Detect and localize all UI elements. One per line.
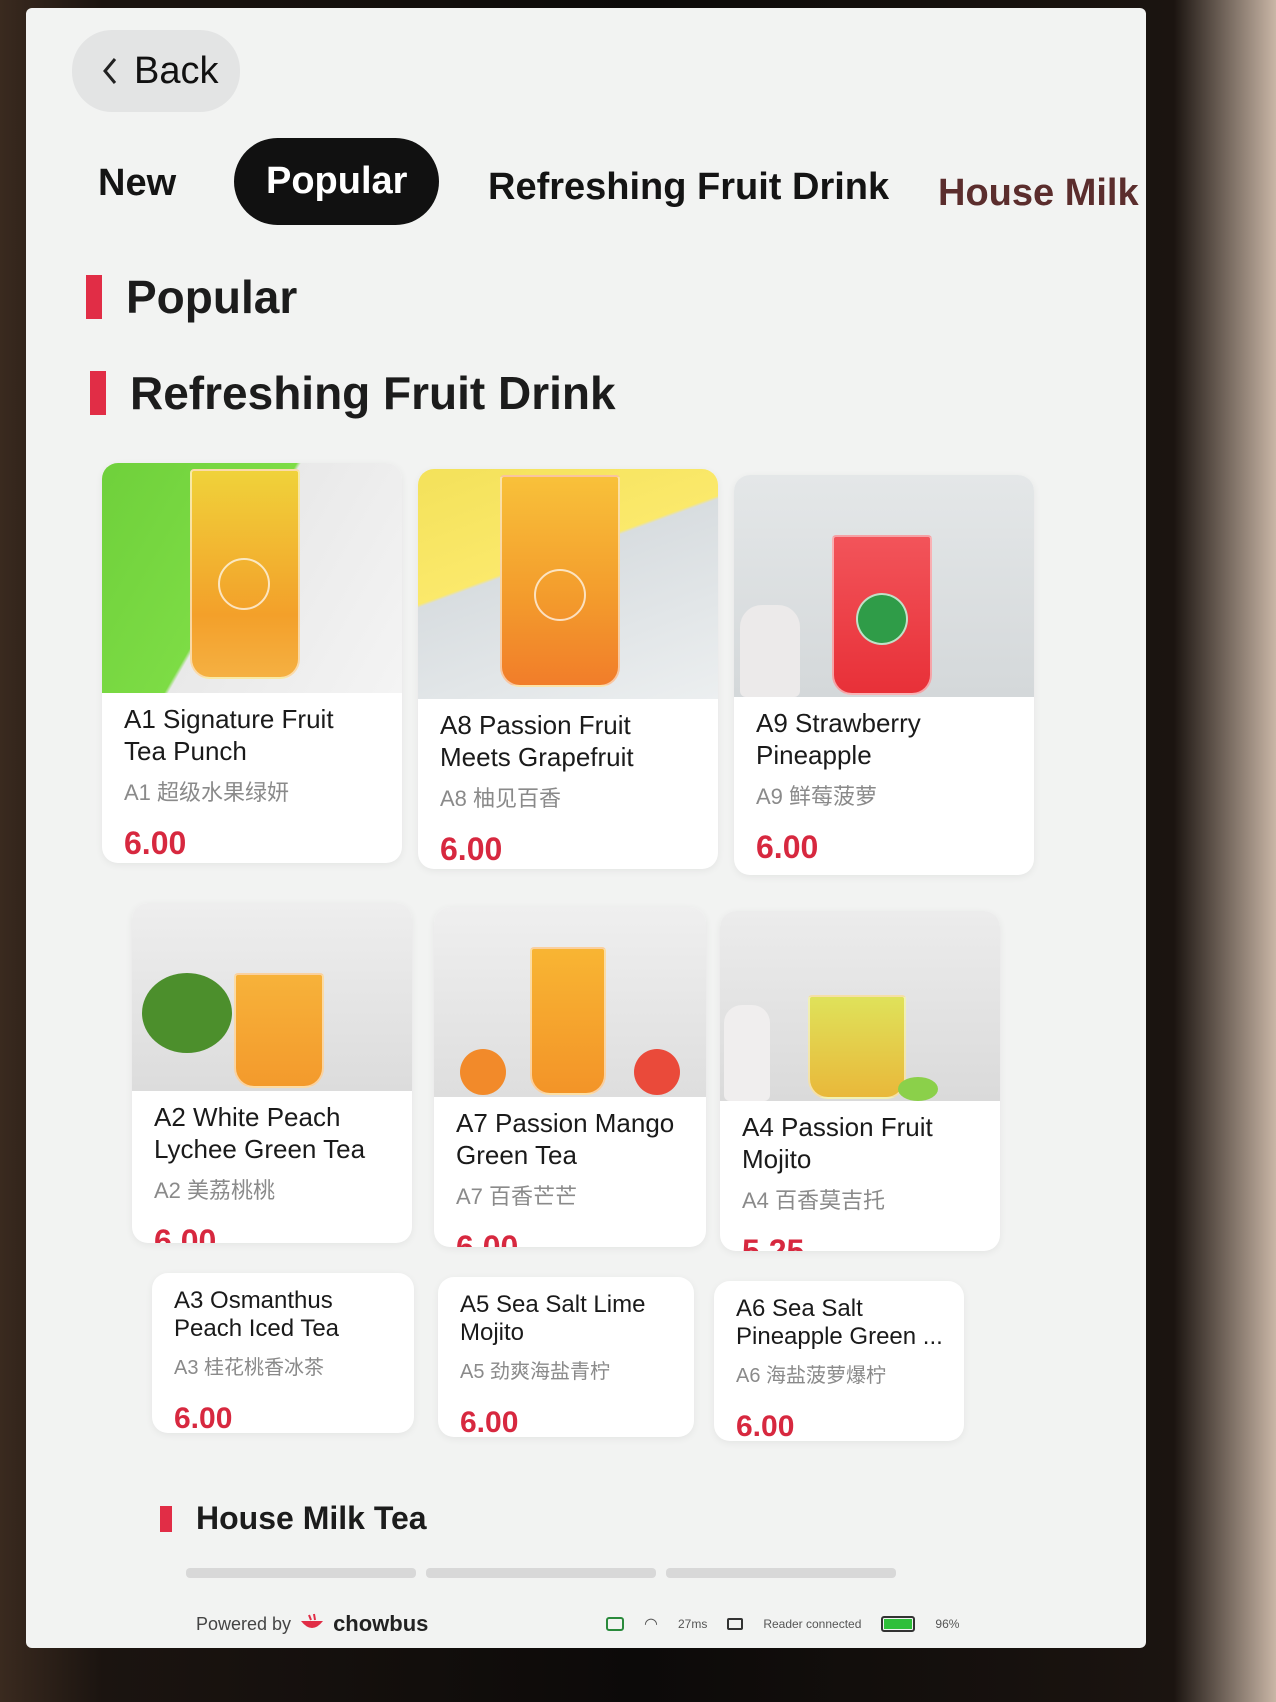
status-footer: Powered by chowbus ◠ 27ms Reader connect… (26, 1600, 1146, 1648)
section-refreshing-fruit-drink: Refreshing Fruit Drink (90, 366, 616, 420)
chevron-left-icon (103, 58, 117, 84)
product-name: A3 Osmanthus Peach Iced Tea (174, 1287, 340, 1342)
product-name-cn: A2 美荔桃桃 (154, 1178, 276, 1203)
tab-house-milk[interactable]: House Milk (938, 172, 1139, 215)
product-name: A8 Passion Fruit Meets Grapefruit (440, 710, 634, 772)
product-photo (434, 907, 706, 1097)
product-price: 6.00 (736, 1410, 795, 1441)
product-card[interactable]: A3 Osmanthus Peach Iced Tea A3 桂花桃香冰茶 6.… (152, 1273, 414, 1433)
section-marker (86, 275, 102, 319)
product-card-peek[interactable] (666, 1568, 896, 1578)
kiosk-screen: Back New Popular Refreshing Fruit Drink … (26, 8, 1146, 1648)
product-name: A1 Signature Fruit Tea Punch (124, 704, 334, 766)
product-card[interactable]: A4 Passion Fruit Mojito A4 百香莫吉托 5.25 (720, 911, 1000, 1251)
product-name-cn: A3 桂花桃香冰茶 (174, 1357, 325, 1379)
back-button[interactable]: Back (72, 30, 240, 112)
product-price: 6.00 (756, 829, 819, 865)
product-name: A4 Passion Fruit Mojito (742, 1112, 933, 1174)
battery-icon (881, 1616, 916, 1632)
wifi-icon: ◠ (644, 1616, 658, 1633)
device-status: ◠ 27ms Reader connected 96% (606, 1614, 959, 1634)
section-milk-title: House Milk Tea (196, 1500, 427, 1536)
product-price: 6.00 (456, 1229, 519, 1247)
chowbus-logo-icon (301, 1613, 324, 1628)
back-label: Back (134, 49, 219, 92)
product-name: A7 Passion Mango Green Tea (456, 1108, 675, 1170)
category-tabs: New Popular Refreshing Fruit Drink House… (26, 138, 1146, 238)
product-price: 6.00 (154, 1223, 217, 1243)
section-marker (90, 371, 106, 415)
section-popular-title: Popular (126, 271, 298, 323)
product-price: 5.25 (742, 1233, 805, 1251)
product-card-peek[interactable] (186, 1568, 416, 1578)
product-photo (734, 475, 1034, 697)
section-marker (160, 1505, 172, 1532)
product-price: 6.00 (174, 1402, 233, 1433)
product-card[interactable]: A1 Signature Fruit Tea Punch A1 超级水果绿妍 6… (102, 463, 402, 863)
product-name-cn: A5 劲爽海盐青柠 (460, 1361, 611, 1383)
product-name: A9 Strawberry Pineapple (756, 708, 921, 770)
printer-icon (606, 1617, 624, 1631)
product-photo (102, 463, 402, 693)
product-card[interactable]: A5 Sea Salt Lime Mojito A5 劲爽海盐青柠 6.00 (438, 1277, 694, 1437)
section-house-milk-tea: House Milk Tea (160, 1500, 427, 1537)
section-fruit-title: Refreshing Fruit Drink (130, 367, 616, 419)
product-card[interactable]: A6 Sea Salt Pineapple Green ... A6 海盐菠萝爆… (714, 1281, 964, 1441)
battery-text: 96% (935, 1617, 960, 1631)
tab-new[interactable]: New (98, 162, 176, 205)
product-photo (720, 911, 1000, 1101)
tab-refreshing-fruit-drink[interactable]: Refreshing Fruit Drink (488, 166, 889, 209)
product-price: 6.00 (460, 1406, 519, 1437)
product-name-cn: A1 超级水果绿妍 (124, 780, 290, 805)
product-card[interactable]: A8 Passion Fruit Meets Grapefruit A8 柚见百… (418, 469, 718, 869)
product-price: 6.00 (440, 831, 503, 867)
product-name-cn: A4 百香莫吉托 (742, 1188, 886, 1213)
chowbus-brand: chowbus (333, 1611, 429, 1636)
latency-text: 27ms (677, 1617, 708, 1631)
section-popular: Popular (86, 270, 297, 324)
product-name-cn: A8 柚见百香 (440, 786, 562, 811)
product-card-peek[interactable] (426, 1568, 656, 1578)
product-card[interactable]: A9 Strawberry Pineapple A9 鲜莓菠萝 6.00 (734, 475, 1034, 875)
product-photo (132, 903, 412, 1091)
product-card[interactable]: A7 Passion Mango Green Tea A7 百香芒芒 6.00 (434, 907, 706, 1247)
powered-by: Powered by chowbus (196, 1611, 428, 1637)
card-reader-icon (727, 1618, 744, 1630)
product-price: 6.00 (124, 825, 187, 861)
product-photo (418, 469, 718, 699)
product-name-cn: A7 百香芒芒 (456, 1184, 578, 1209)
product-name: A6 Sea Salt Pineapple Green ... (736, 1295, 943, 1350)
powered-by-label: Powered by (196, 1613, 292, 1634)
product-name-cn: A6 海盐菠萝爆柠 (736, 1365, 887, 1387)
product-card[interactable]: A2 White Peach Lychee Green Tea A2 美荔桃桃 … (132, 903, 412, 1243)
product-name-cn: A9 鲜莓菠萝 (756, 784, 878, 809)
product-name: A5 Sea Salt Lime Mojito (460, 1291, 646, 1346)
tab-popular[interactable]: Popular (234, 138, 440, 225)
product-name: A2 White Peach Lychee Green Tea (154, 1102, 366, 1164)
reader-status-text: Reader connected (763, 1617, 862, 1631)
